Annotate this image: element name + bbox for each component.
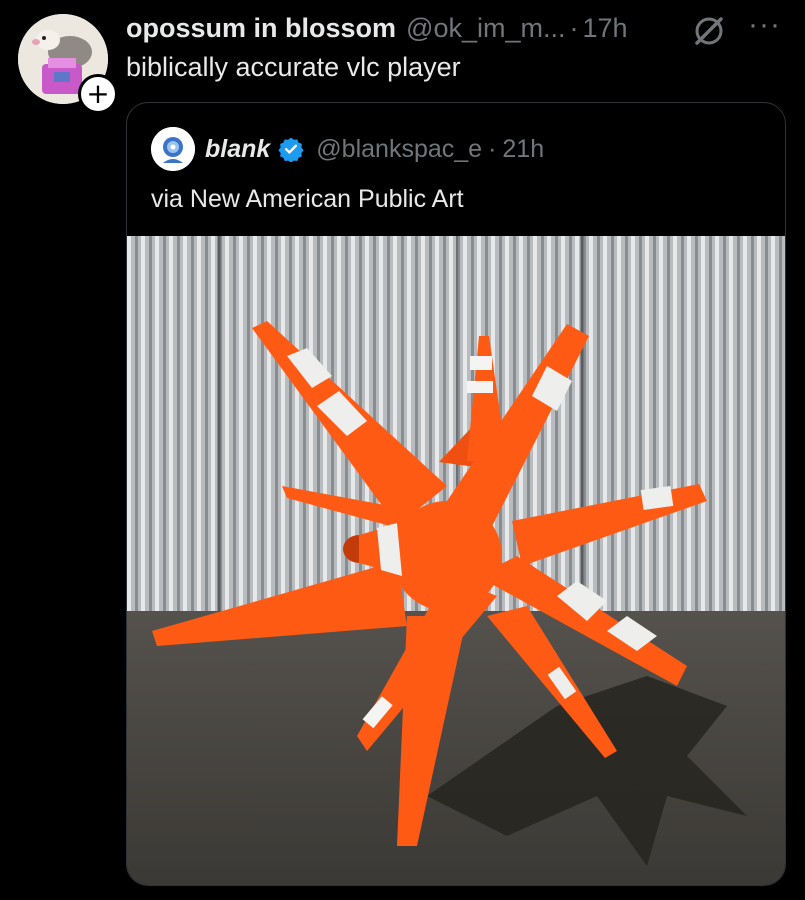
- quoted-timestamp[interactable]: 21h: [502, 135, 544, 164]
- quoted-post[interactable]: blank @blankspac_e · 21h via New America…: [126, 102, 786, 886]
- author-display-name[interactable]: opossum in blossom: [126, 13, 396, 44]
- quoted-author-name[interactable]: blank: [205, 135, 270, 164]
- post-header: opossum in blossom @ok_im_m... · 17h: [126, 10, 785, 46]
- separator: ·: [488, 134, 497, 163]
- quoted-post-text: via New American Public Art: [151, 185, 464, 213]
- verified-badge-icon: [278, 137, 304, 162]
- quoted-post-image[interactable]: [127, 236, 785, 885]
- post-timestamp[interactable]: 17h: [582, 13, 627, 44]
- grok-icon[interactable]: [692, 14, 726, 48]
- quoted-author-handle[interactable]: @blankspac_e: [316, 135, 482, 164]
- post-text: biblically accurate vlc player: [126, 52, 461, 82]
- quoted-avatar-image: [151, 127, 195, 171]
- follow-button[interactable]: +: [78, 74, 118, 114]
- more-options-icon[interactable]: ···: [748, 10, 786, 44]
- author-handle[interactable]: @ok_im_m...: [406, 13, 565, 44]
- quoted-post-header: blank @blankspac_e · 21h: [151, 127, 544, 171]
- quoted-author-avatar[interactable]: [151, 127, 195, 171]
- separator: ·: [569, 12, 579, 43]
